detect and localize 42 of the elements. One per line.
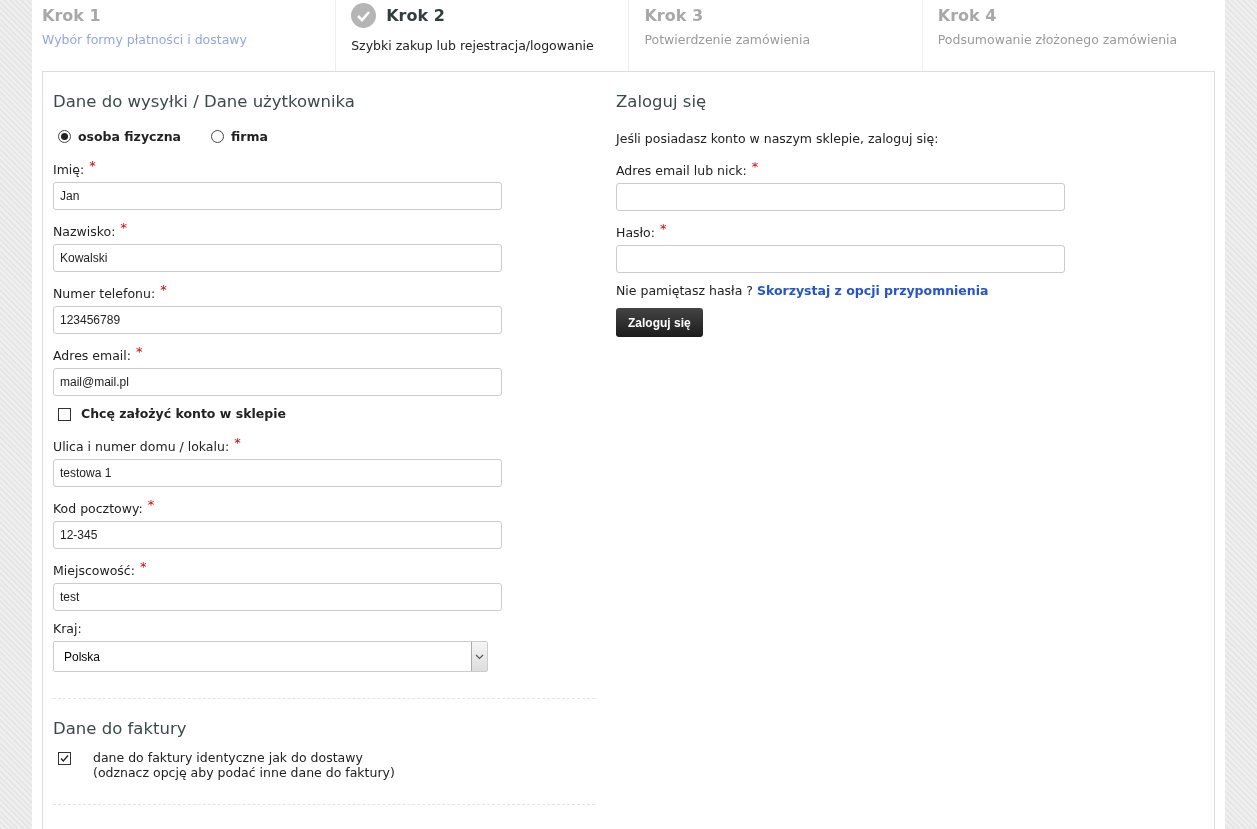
required-mark: * xyxy=(136,344,143,359)
radio-label[interactable]: firma xyxy=(231,129,268,144)
section-heading: Dane do faktury xyxy=(53,719,188,738)
required-mark: * xyxy=(234,435,241,450)
input-field[interactable]: 12-345 xyxy=(53,521,502,549)
required-mark: * xyxy=(120,220,127,235)
forgot-password-text: Nie pamiętasz hasła ? Skorzystaj z opcji przypomnienia xyxy=(616,283,990,298)
login-intro: Jeśli posiadasz konto w naszym sklepie, zaloguj się: xyxy=(616,131,940,146)
required-mark: * xyxy=(139,559,147,574)
required-mark: * xyxy=(751,159,759,174)
step-title: Krok 4 xyxy=(937,5,997,25)
input-field[interactable]: testowa 1 xyxy=(53,459,502,487)
checkbox[interactable] xyxy=(58,752,71,765)
radio-label[interactable]: osoba fizyczna xyxy=(78,129,182,144)
step-subtitle: Podsumowanie złożonego zamówienia xyxy=(937,32,1179,47)
country-select[interactable]: Polska xyxy=(53,641,488,672)
section-heading: Dane do wysyłki / Dane użytkownika xyxy=(53,92,356,111)
checkbox-hint: (odznacz opcję aby podać inne dane do faktury) xyxy=(93,765,395,780)
section-heading: Zaloguj się xyxy=(616,92,708,111)
input-field[interactable] xyxy=(616,183,1065,211)
login-button[interactable]: Zaloguj się xyxy=(616,308,703,337)
required-mark: * xyxy=(660,221,667,236)
input-field[interactable]: Kowalski xyxy=(53,244,502,272)
required-mark: * xyxy=(89,158,96,173)
step-title: Krok 2 xyxy=(386,5,445,25)
step-title: Krok 1 xyxy=(42,5,101,25)
reminder-link[interactable]: Skorzystaj z opcji przypomnienia xyxy=(756,283,989,298)
checkbox[interactable] xyxy=(58,408,71,421)
input-field[interactable]: mail@mail.pl xyxy=(53,368,502,396)
checkbox-label[interactable]: Chcę założyć konto w sklepie xyxy=(81,406,286,421)
step-title: Krok 3 xyxy=(644,5,704,25)
step-subtitle: Szybki zakup lub rejestracja/logowanie xyxy=(351,38,595,53)
input-field[interactable]: test xyxy=(53,583,502,611)
required-mark: * xyxy=(147,497,155,512)
required-mark: * xyxy=(160,282,167,297)
step-subtitle: Potwierdzenie zamówienia xyxy=(644,32,812,47)
checkbox-label[interactable]: dane do faktury identyczne jak do dostawy xyxy=(93,750,395,765)
field-label: Kraj: xyxy=(53,621,83,636)
chevron-down-icon xyxy=(475,653,484,660)
input-field[interactable]: Jan xyxy=(53,182,502,210)
input-field[interactable]: 123456789 xyxy=(53,306,502,334)
input-field[interactable] xyxy=(616,245,1065,273)
